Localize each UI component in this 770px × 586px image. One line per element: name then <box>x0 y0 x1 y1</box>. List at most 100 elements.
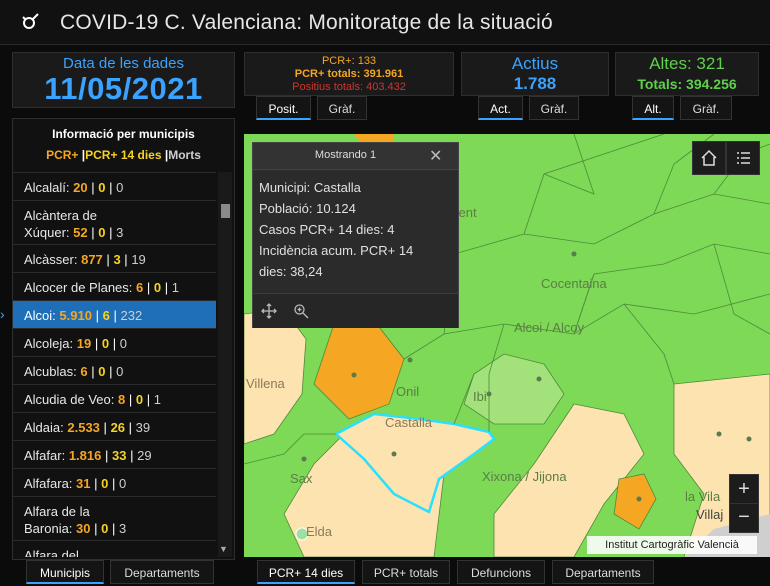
value-sep: | <box>94 521 98 536</box>
map-label-villena: Villena <box>246 376 285 391</box>
tab-act-graph[interactable]: Gràf. <box>529 96 579 120</box>
list-item[interactable]: Alfara del <box>13 540 216 557</box>
map-label-onil: Onil <box>396 384 420 399</box>
panel-collapse-icon[interactable]: › <box>0 306 5 322</box>
list-item[interactable]: Aldaia: 2.533 | 26 | 39 <box>13 412 216 440</box>
tab-departaments-left[interactable]: Departaments <box>110 560 214 584</box>
list-item[interactable]: Alcoi: 5.910 | 6 | 232 <box>13 300 216 328</box>
municipality-name: Alfara de la <box>24 504 90 519</box>
layer-list-button[interactable] <box>726 141 760 175</box>
pcr14-value: 0 <box>98 225 106 240</box>
list-item[interactable]: Alcudia de Veo: 8 | 0 | 1 <box>13 384 216 412</box>
municipality-name-cont: Xúquer: <box>24 225 70 240</box>
move-icon[interactable] <box>261 303 277 319</box>
morts-value: 3 <box>116 225 124 240</box>
municipality-name: Alcoi: <box>24 308 56 323</box>
date-label: Data de les dades <box>63 55 184 72</box>
list-scroll-thumb[interactable] <box>221 204 230 218</box>
list-title: Informació per municipis <box>52 127 195 141</box>
morts-value: 0 <box>116 180 124 195</box>
value-sep: | <box>124 252 128 267</box>
pcr-panel: PCR+: 133 PCR+ totals: 391.961 Positius … <box>244 52 454 96</box>
morts-value: 39 <box>135 420 151 435</box>
list-item[interactable]: Alcublas: 6 | 0 | 0 <box>13 356 216 384</box>
municipality-name: Alcàsser: <box>24 252 78 267</box>
value-sep: | <box>103 420 107 435</box>
list-legend: PCR+ |PCR+ 14 dies |Morts <box>13 148 234 162</box>
legend-pcr14: PCR+ 14 dies <box>85 148 162 162</box>
tab-alt-graph[interactable]: Gràf. <box>680 96 732 120</box>
map-label-castalla: Castalla <box>385 415 432 430</box>
tab-act[interactable]: Act. <box>478 96 523 120</box>
tab-departaments-map[interactable]: Departaments <box>552 560 654 584</box>
tab-pcr-totals[interactable]: PCR+ totals <box>362 560 450 584</box>
home-button[interactable] <box>692 141 726 175</box>
morts-value: 19 <box>131 252 146 267</box>
tab-posit[interactable]: Posit. <box>256 96 311 120</box>
tab-pcr-14-dies[interactable]: PCR+ 14 dies <box>257 560 355 584</box>
value-sep: | <box>95 308 99 323</box>
zoom-to-icon[interactable] <box>293 303 309 319</box>
pcr-value: 1.816 <box>68 448 102 463</box>
zoom-in-button[interactable]: + <box>729 474 759 504</box>
value-sep: | <box>164 280 169 295</box>
pcr14-value: 0 <box>135 392 144 407</box>
popup-line-municipi: Municipi: Castalla <box>259 180 361 195</box>
feature-popup: Mostrando 1 ✕ Municipi: Castalla Poblaci… <box>252 142 459 328</box>
list-icon <box>737 152 750 164</box>
tab-alt[interactable]: Alt. <box>632 96 674 120</box>
list-item[interactable]: Alcàntera de Xúquer: 52 | 0 | 3 <box>13 200 216 244</box>
popup-line-casos: Casos PCR+ 14 dies: 4 <box>259 222 395 237</box>
pcr-value: 2.533 <box>67 420 100 435</box>
municipality-list: Alcalalí: 20 | 0 | 0 Alcàntera de Xúquer: … <box>13 172 216 557</box>
pcr14-value: 0 <box>101 336 110 351</box>
morts-value: 1 <box>171 280 180 295</box>
municipality-name: Alfara del <box>24 548 79 557</box>
value-sep: | <box>112 336 117 351</box>
municipality-name: Aldaia: <box>24 420 64 435</box>
pcr-value: 30 <box>76 521 91 536</box>
date-value: 11/05/2021 <box>44 71 203 106</box>
list-item[interactable]: Alcocer de Planes: 6 | 0 | 1 <box>13 272 216 300</box>
popup-line-incidencia-value: dies: 38,24 <box>259 264 323 279</box>
list-item[interactable]: Alcalalí: 20 | 0 | 0 <box>13 172 216 200</box>
pcr-value: 19 <box>76 336 92 351</box>
municipality-name: Alcocer de Planes: <box>24 280 133 295</box>
tab-defuncions[interactable]: Defuncions <box>457 560 545 584</box>
municipality-name: Alcàntera de <box>24 208 97 223</box>
value-sep: | <box>104 448 109 463</box>
list-item[interactable]: Alfara de la Baronia: 30 | 0 | 3 <box>13 496 216 540</box>
close-icon[interactable]: ✕ <box>429 146 442 166</box>
pcr-value: 6 <box>136 280 144 295</box>
pcr14-value: 3 <box>113 252 121 267</box>
morts-value: 3 <box>119 521 127 536</box>
list-item[interactable]: Alfafar: 1.816 | 33 | 29 <box>13 440 216 468</box>
municipality-name: Alcudia de Veo: <box>24 392 115 407</box>
scroll-down-icon[interactable]: ▼ <box>219 544 228 554</box>
pcr-value: 5.910 <box>59 308 92 323</box>
municipality-name: Alfafar: <box>24 448 66 463</box>
pcr-value: 6 <box>80 364 88 379</box>
morts-value: 232 <box>120 308 143 323</box>
value-sep: | <box>113 308 117 323</box>
value-sep: | <box>109 180 113 195</box>
list-item[interactable]: Alcoleja: 19 | 0 | 0 <box>13 328 216 356</box>
tab-pcr-graph[interactable]: Gràf. <box>317 96 367 120</box>
map-label-alcoi: Alcoi / Alcoy <box>514 320 585 335</box>
zoom-out-button[interactable]: − <box>729 503 759 533</box>
legend-morts: Morts <box>168 148 201 162</box>
list-item[interactable]: Alcàsser: 877 | 3 | 19 <box>13 244 216 272</box>
home-icon <box>701 149 717 166</box>
municipality-name: Alcoleja: <box>24 336 74 351</box>
list-item[interactable]: Alfafara: 31 | 0 | 0 <box>13 468 216 496</box>
value-sep: | <box>128 420 133 435</box>
app-header: COVID-19 C. Valenciana: Monitoratge de l… <box>0 0 770 45</box>
altes-panel: Altes: 321 Totals: 394.256 <box>615 52 759 96</box>
tab-municipis[interactable]: Municipis <box>26 560 104 584</box>
pcr-value: 31 <box>76 476 91 491</box>
pcr-value: 8 <box>117 392 126 407</box>
pcr-value: 20 <box>73 180 88 195</box>
active-panel: Actius 1.788 <box>461 52 609 96</box>
value-sep: | <box>146 280 151 295</box>
list-scrollbar[interactable] <box>218 172 232 557</box>
